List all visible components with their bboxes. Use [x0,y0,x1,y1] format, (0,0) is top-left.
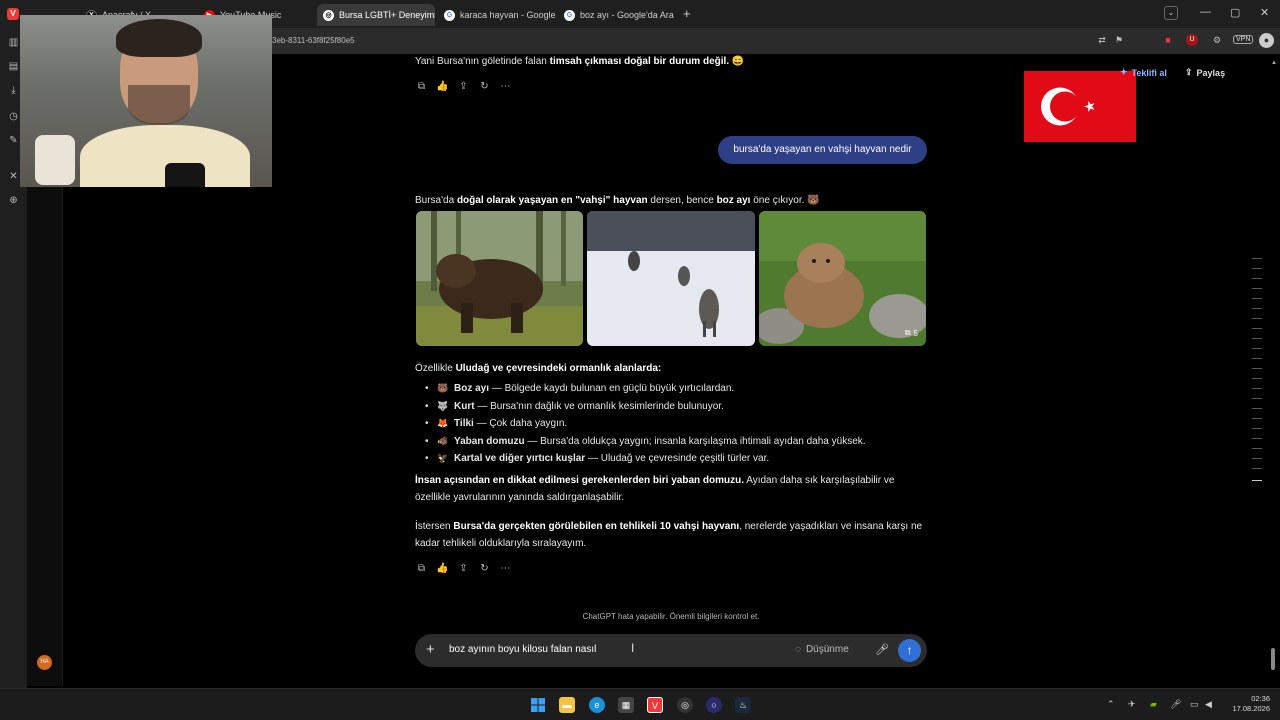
bear-on-rocks-image[interactable]: ⧉ 5 [759,211,926,346]
fox-icon: 🦊 [437,418,449,428]
regenerate-icon[interactable]: ↻ [478,562,491,575]
extension-icon[interactable]: ■ [1162,34,1174,46]
audio-app-icon[interactable]: 🎤︎ [1170,699,1181,710]
tab-karaca-hayvan[interactable]: G karaca hayvan - Google'da [438,4,556,26]
panel-toggle-icon[interactable]: ▥ [7,36,20,49]
message-actions: ⧉ 👍 ⇪ ↻ ⋯ [415,562,512,575]
windows-start-icon[interactable] [530,697,546,713]
tab-label: boz ayı - Google'da Ara [580,10,674,20]
new-tab-button[interactable]: + [683,6,691,21]
chatgpt-app-icon[interactable]: ◎ [677,697,693,713]
store-icon[interactable]: ▦ [618,697,634,713]
profile-icon[interactable]: ● [1259,33,1274,48]
copy-icon[interactable]: ⧉ [415,80,428,93]
google-icon: G [564,9,575,21]
answer-intro: Bursa'da doğal olarak yaşayan en "vahşi"… [415,195,820,206]
tab-bursa-lgbti[interactable]: ◎ Bursa LGBTİ+ Deneyimi Öz [317,4,435,26]
previous-answer-line: Yani Bursa'nın göletinde falan timsah çı… [415,56,745,67]
url-field[interactable]: 3eb-8311-63f8f25f80e5 [272,36,355,45]
feedback-icon[interactable]: 👍 [436,80,449,93]
wifi-icon[interactable]: ▭ [1190,699,1199,710]
list-item: 🦊Tilki — Çok daha yaygın. [425,415,866,433]
webcam-overlay [20,15,272,187]
share-icon[interactable]: ⇪ [457,80,470,93]
share-icon: ⇪ [1185,67,1193,77]
bookmark-icon[interactable]: ⚑ [1113,34,1125,46]
user-avatar[interactable]: HA [37,655,52,670]
tab-label: karaca hayvan - Google'da [460,10,556,20]
eagle-icon: 🦅 [437,453,449,463]
send-button[interactable]: ↑ [898,639,921,662]
scroll-minimap[interactable] [1252,258,1262,483]
edge-icon[interactable]: e [589,697,605,713]
share-icon[interactable]: ⇪ [457,562,470,575]
answer-boar-warning: İnsan açısından en dikkat edilmesi gerek… [415,475,895,503]
translate-icon[interactable]: ⇄ [1096,34,1108,46]
list-item: 🐗Yaban domuzu — Bursa'da oldukça yaygın;… [425,433,866,451]
vivaldi-icon[interactable]: V [647,697,663,713]
list-item: 🦅Kartal ve diğer yırtıcı kuşlar — Uludağ… [425,450,866,468]
wolves-in-snow-image[interactable] [587,211,755,346]
chatgpt-icon: ◎ [323,9,334,21]
answer-habitat-line: Özellikle Uludağ ve çevresindeki ormanlı… [415,363,662,374]
bear-icon: 🐻 [437,383,449,393]
list-item: 🐺Kurt — Bursa'nın dağlık ve ormanlık kes… [425,398,866,416]
extension-icon[interactable]: ⚙ [1211,34,1223,46]
microphone-icon[interactable]: 🎤︎ [875,643,889,656]
lightbulb-icon: ◌ [795,644,801,655]
text-cursor-icon: I [631,641,635,655]
thinking-toggle[interactable]: ◌ Düşünme [795,644,849,655]
steam-icon[interactable]: ♨ [735,697,751,713]
network-app-icon[interactable]: ✈ [1128,699,1136,710]
gallery-icon: ⧉ [904,328,911,337]
wolf-icon: 🐺 [437,400,449,411]
minimize-button[interactable]: — [1200,6,1211,18]
offer-button[interactable]: ✦ Teklifi al [1120,67,1167,78]
google-icon: G [444,9,455,21]
user-message-bubble: bursa'da yaşayan en vahşi hayvan nedir [718,136,927,164]
vpn-badge[interactable]: VPN [1233,35,1254,44]
tab-label: Bursa LGBTİ+ Deneyimi Öz [339,10,435,20]
answer-followup-offer: İstersen Bursa'da gerçekten görülebilen … [415,521,923,549]
regenerate-icon[interactable]: ↻ [478,80,491,93]
downloads-icon[interactable]: ⤓ [7,84,20,97]
image-count-badge[interactable]: ⧉ 5 [905,328,918,338]
windows-taskbar: ▬ e ▦ V ◎ ○ ♨ ⌃ ✈ ▰ 🎤︎ ▭ ◀ 02:36 17.08.2… [0,688,1280,720]
feedback-icon[interactable]: 👍 [436,562,449,575]
maximize-button[interactable]: ▢ [1230,6,1240,19]
add-panel-icon[interactable]: ⊕ [7,194,20,207]
microphone [165,163,205,187]
disclaimer-text: ChatGPT hata yapabilir. Önemli bilgileri… [582,612,760,621]
more-icon[interactable]: ⋯ [499,80,512,93]
tab-boz-ayi[interactable]: G boz ayı - Google'da Ara [558,4,676,26]
boar-icon: 🐗 [437,435,449,446]
file-explorer-icon[interactable]: ▬ [559,697,575,713]
share-button[interactable]: ⇪ Paylaş [1185,67,1225,78]
message-composer: + boz ayının boyu kilosu falan nasıl I ◌… [415,634,927,667]
system-clock[interactable]: 02:36 17.08.2026 [1222,694,1270,714]
tray-chevron-icon[interactable]: ⌃ [1107,699,1115,710]
animal-list: 🐻Boz ayı — Bölgede kaydı bulunan en güçl… [425,380,866,468]
obs-icon[interactable]: ○ [706,697,722,713]
list-item: 🐻Boz ayı — Bölgede kaydı bulunan en güçl… [425,380,866,398]
reading-list-icon[interactable]: ▤ [7,60,20,73]
notes-icon[interactable]: ✎ [7,134,20,147]
x-panel-icon[interactable]: ✕ [7,170,20,183]
more-icon[interactable]: ⋯ [499,562,512,575]
scrollbar[interactable]: ▲ [1271,60,1277,680]
history-icon[interactable]: ◷ [7,110,20,123]
close-window-button[interactable]: ✕ [1260,6,1269,19]
attach-plus-button[interactable]: + [426,641,435,659]
turkish-flag-image [1024,71,1136,142]
vivaldi-logo-icon[interactable]: V [7,8,19,20]
prompt-input[interactable]: boz ayının boyu kilosu falan nasıl [449,644,596,655]
brown-bear-image[interactable] [416,211,583,346]
tab-list-chevron-icon[interactable]: ⌄ [1164,6,1178,20]
ublock-icon[interactable]: U [1186,34,1198,46]
copy-icon[interactable]: ⧉ [415,562,428,575]
sparkle-icon: ✦ [1120,67,1128,77]
nvidia-icon[interactable]: ▰ [1150,699,1157,710]
speaker-icon[interactable]: ◀ [1205,699,1212,710]
message-actions: ⧉ 👍 ⇪ ↻ ⋯ [415,80,512,93]
